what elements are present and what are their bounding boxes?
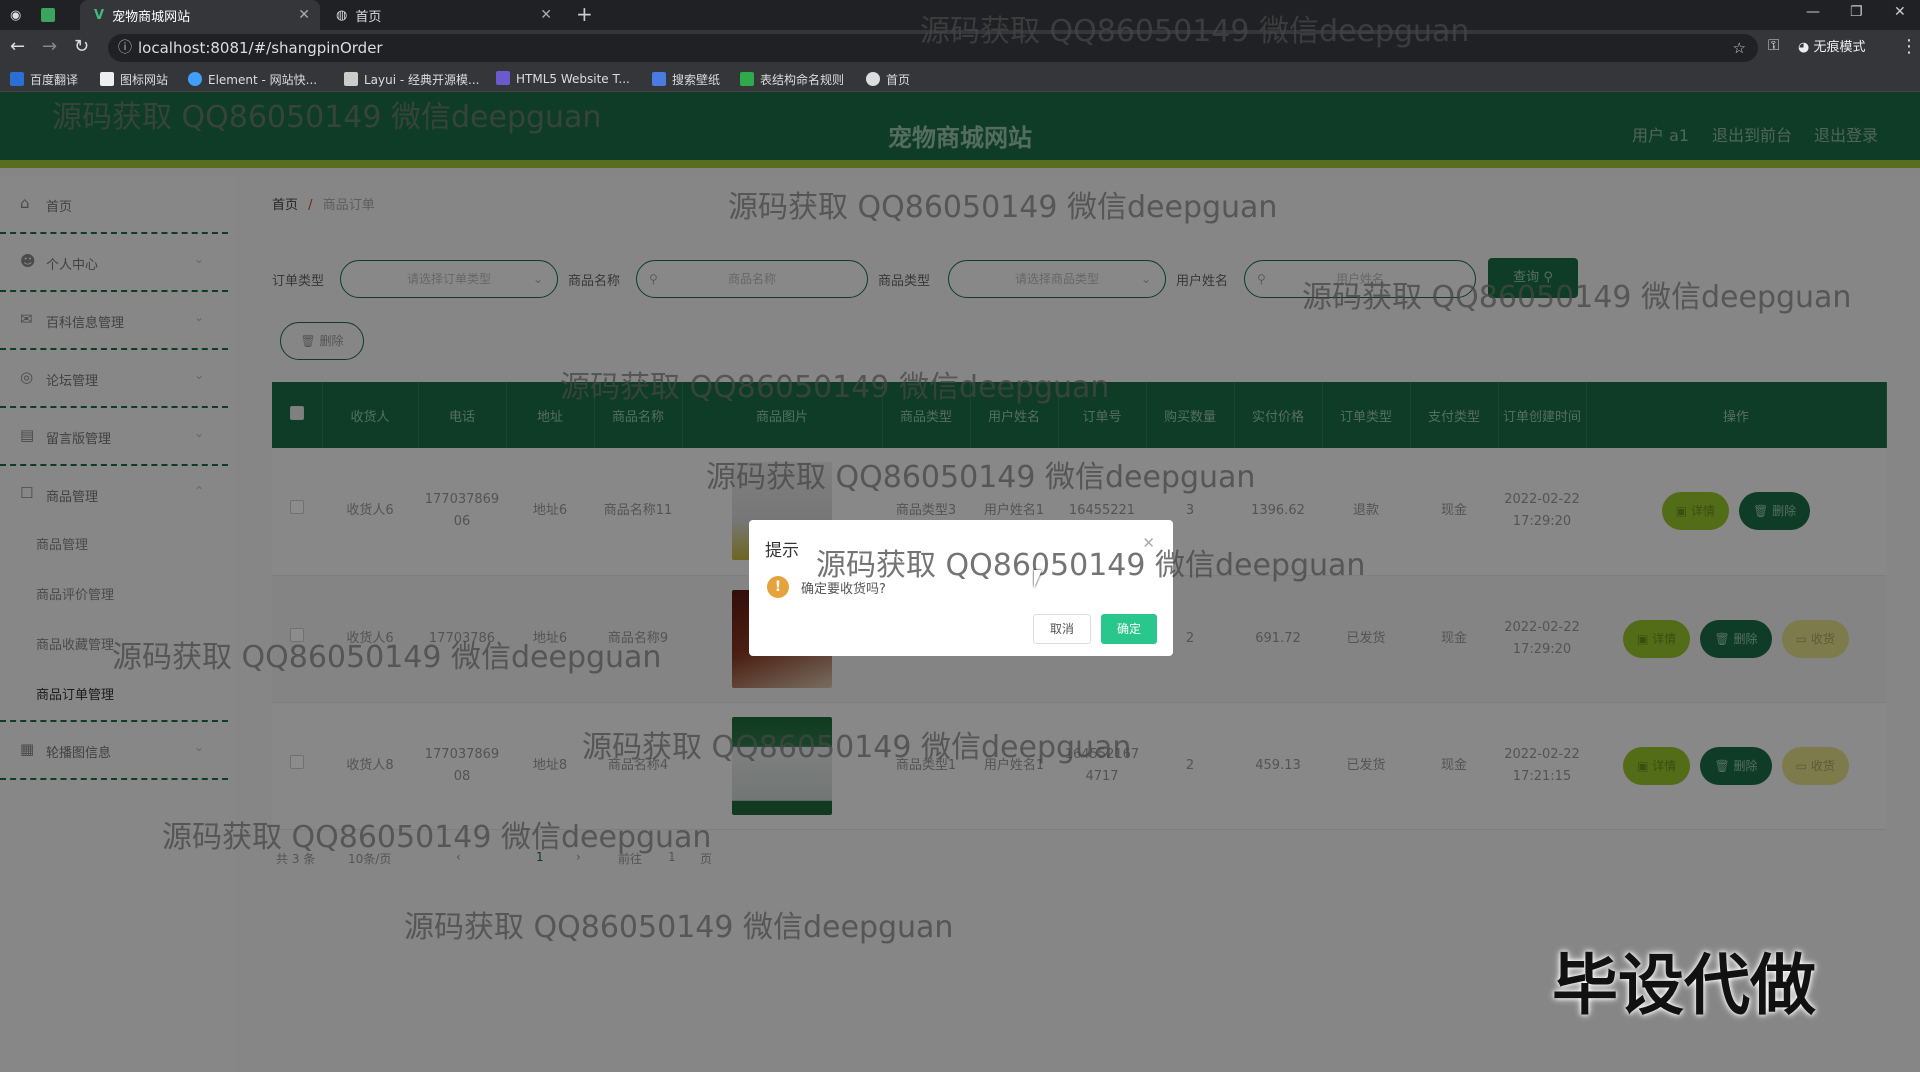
window-close-icon[interactable]: ✕ — [1894, 4, 1906, 20]
close-icon[interactable]: ✕ — [298, 7, 310, 23]
browser-icons: ◉ — [10, 0, 70, 30]
tab-shop[interactable]: V 宠物商城网站 ✕ — [80, 0, 320, 30]
url-field[interactable]: ⓘ localhost:8081/#/shangpinOrder ☆ — [108, 34, 1758, 62]
bookmark-item[interactable]: Layui - 经典开源模... — [344, 71, 479, 88]
cancel-button[interactable]: 取消 — [1033, 614, 1091, 644]
dialog-message: 确定要收货吗? — [801, 582, 886, 597]
close-icon[interactable]: ✕ — [1142, 534, 1155, 552]
dialog-title: 提示 — [765, 541, 799, 561]
bookmark-item[interactable]: HTML5 Website T... — [496, 71, 630, 86]
back-icon[interactable]: ← — [10, 36, 25, 57]
menu-dots-icon[interactable]: ⋮ — [1900, 36, 1918, 57]
tab-title: 首页 — [355, 9, 382, 25]
browser-tab-bar: ◉ V 宠物商城网站 ✕ ◍ 首页 ✕ + — ❐ ✕ — [0, 0, 1920, 30]
vue-icon: V — [94, 7, 105, 23]
confirm-button[interactable]: 确定 — [1101, 614, 1157, 644]
incognito-icon: ◕ — [1798, 40, 1814, 55]
key-icon[interactable]: ⚿ — [1768, 36, 1779, 54]
new-tab-button[interactable]: + — [576, 2, 593, 26]
bookmark-star-icon[interactable]: ☆ — [1733, 34, 1746, 62]
info-icon[interactable]: ⓘ — [118, 34, 132, 62]
chrome-icon: ◉ — [10, 7, 22, 23]
reload-icon[interactable]: ↻ — [74, 36, 89, 57]
bookmark-item[interactable]: 搜索壁纸 — [652, 71, 720, 88]
bookmark-item[interactable]: 表结构命名规则 — [740, 71, 844, 88]
bookmark-item[interactable]: 百度翻译 — [10, 71, 78, 88]
tab-home[interactable]: ◍ 首页 ✕ — [322, 0, 562, 30]
confirm-dialog: 提示 ✕ ! 确定要收货吗? 取消 确定 — [749, 520, 1173, 656]
bookmark-item[interactable]: Element - 网站快... — [188, 71, 317, 88]
watermark-badge: 毕设代做 — [1552, 947, 1816, 1024]
address-bar-row: ← → ↻ ⓘ localhost:8081/#/shangpinOrder ☆… — [0, 30, 1920, 66]
bookmarks-bar: 百度翻译 图标网站 Element - 网站快... Layui - 经典开源模… — [0, 66, 1920, 92]
tab-title: 宠物商城网站 — [112, 9, 191, 25]
mouse-cursor — [1034, 570, 1042, 588]
forward-icon[interactable]: → — [42, 36, 57, 57]
warning-icon: ! — [767, 576, 789, 598]
url-text: localhost:8081/#/shangpinOrder — [138, 39, 383, 57]
minimize-icon[interactable]: — — [1806, 4, 1820, 20]
app-icon — [41, 8, 56, 22]
incognito-indicator[interactable]: ◕ 无痕模式 — [1798, 36, 1866, 55]
bookmark-item[interactable]: 图标网站 — [100, 71, 168, 88]
globe-icon: ◍ — [336, 7, 348, 23]
restore-icon[interactable]: ❐ — [1850, 4, 1863, 20]
bookmark-item[interactable]: 首页 — [866, 71, 910, 88]
close-icon[interactable]: ✕ — [540, 7, 552, 23]
